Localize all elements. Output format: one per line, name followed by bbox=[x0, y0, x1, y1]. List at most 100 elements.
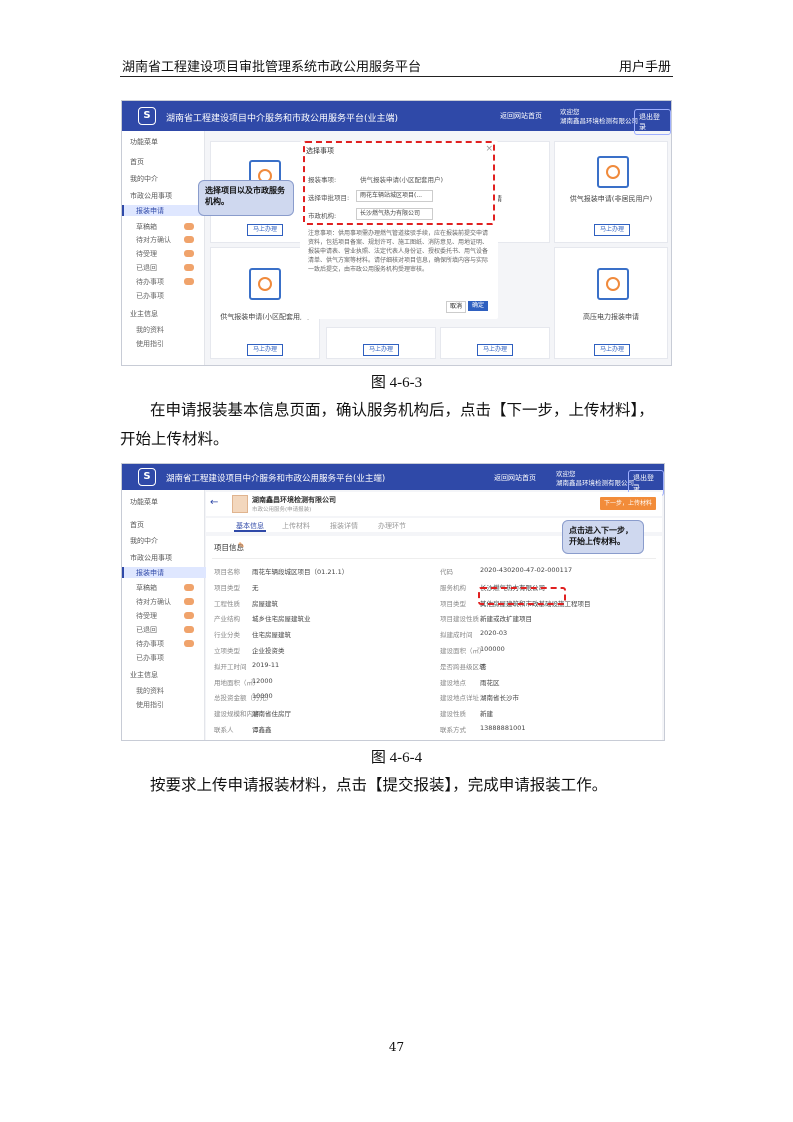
app-topbar: S 湖南省工程建设项目中介服务和市政公用服务平台(业主端) 返回网站首页 欢迎您… bbox=[122, 464, 664, 496]
menu-todo[interactable]: 待办事项 bbox=[136, 277, 164, 287]
menu-my-profile[interactable]: 我的资料 bbox=[136, 686, 164, 696]
menu-pending-accept[interactable]: 待受理 bbox=[136, 249, 157, 259]
menu-guide[interactable]: 使用指引 bbox=[136, 339, 164, 349]
handle-now-button[interactable]: 马上办理 bbox=[247, 344, 283, 356]
field-value: 湖南省住房厅 bbox=[252, 710, 291, 719]
field-value: 100000 bbox=[480, 645, 505, 653]
service-card[interactable]: 马上办理 bbox=[440, 327, 550, 359]
menu-pending-confirm[interactable]: 待对方确认 bbox=[136, 597, 171, 607]
field-label: 建设地点详址 bbox=[440, 694, 479, 703]
next-upload-button[interactable]: 下一步，上传材料 bbox=[600, 497, 656, 510]
handle-now-button[interactable]: 马上办理 bbox=[247, 224, 283, 236]
menu-intermediary[interactable]: 我的中介 bbox=[130, 536, 158, 546]
badge bbox=[184, 278, 194, 285]
welcome-company: 湖南鑫昌环境检测有限公司 bbox=[560, 117, 638, 125]
field-value: 2020-430200-47-02-000117 bbox=[480, 566, 573, 574]
field-label: 代码 bbox=[440, 568, 453, 576]
menu-intermediary[interactable]: 我的中介 bbox=[130, 174, 158, 184]
field-value: 城乡住宅房屋建筑业 bbox=[252, 615, 311, 624]
home-link[interactable]: 返回网站首页 bbox=[494, 473, 536, 483]
field-value: 无 bbox=[252, 583, 259, 592]
paragraph: 按要求上传申请报装材料，点击【提交报装】，完成申请报装工作。 bbox=[150, 771, 607, 800]
field-value: 雨花区 bbox=[480, 678, 500, 687]
field-label: 项目类型 bbox=[214, 583, 240, 592]
menu-todo[interactable]: 待办事项 bbox=[136, 639, 164, 649]
cancel-button[interactable]: 取消 bbox=[446, 301, 466, 313]
field-label: 拟建成时间 bbox=[440, 631, 473, 640]
handle-now-button[interactable]: 马上办理 bbox=[594, 344, 630, 356]
menu-municipal[interactable]: 市政公用事项 bbox=[130, 553, 172, 563]
tab-process[interactable]: 办理环节 bbox=[378, 521, 406, 531]
menu-done[interactable]: 已办事项 bbox=[136, 291, 164, 301]
menu-title: 功能菜单 bbox=[130, 138, 158, 146]
handle-now-button[interactable]: 马上办理 bbox=[594, 224, 630, 236]
paragraph-line: 按要求上传申请报装材料，点击【提交报装】，完成申请报装工作。 bbox=[150, 776, 608, 794]
header-rule bbox=[120, 76, 673, 77]
field-value: 房屋建筑 bbox=[252, 599, 278, 608]
app-logo-icon: S bbox=[138, 107, 156, 125]
modal-notice: 注意事项：供用事项需办理燃气管道接驳手续，应在报装前提交申请资料，包括项目备案、… bbox=[308, 230, 489, 273]
menu-returned[interactable]: 已退回 bbox=[136, 263, 157, 273]
service-card[interactable]: 马上办理 bbox=[326, 327, 436, 359]
menu-title: 功能菜单 bbox=[130, 498, 158, 506]
project-info-panel: 项目信息 ✎ 项目名称 雨花车辆段城区项目（01.21.1） 项目类型无工程性质 房屋… bbox=[206, 536, 662, 740]
service-card-label: 供气报装申请(非居民用户) bbox=[569, 195, 653, 203]
field-value: 住宅房屋建筑 bbox=[252, 631, 291, 640]
field-label: 建设性质 bbox=[440, 710, 466, 719]
badge bbox=[184, 612, 194, 619]
service-card[interactable]: 供气报装申请(非居民用户) 马上办理 bbox=[554, 141, 668, 243]
tab-detail[interactable]: 报装详情 bbox=[330, 521, 358, 531]
field-label: 是否跨县级区域 bbox=[440, 662, 486, 671]
logout-button[interactable]: 退出登录 bbox=[634, 109, 671, 135]
field-label: 项目名称 bbox=[214, 568, 240, 576]
badge bbox=[184, 250, 194, 257]
menu-pending-confirm[interactable]: 待对方确认 bbox=[136, 235, 171, 245]
menu-done[interactable]: 已办事项 bbox=[136, 653, 164, 663]
home-link[interactable]: 返回网站首页 bbox=[500, 111, 542, 121]
menu-owner-info[interactable]: 业主信息 bbox=[130, 309, 158, 319]
menu-drafts[interactable]: 草稿箱 bbox=[136, 222, 157, 232]
field-label: 工程性质 bbox=[214, 599, 240, 608]
edit-icon: ✎ bbox=[238, 541, 245, 550]
service-icon bbox=[597, 156, 629, 188]
badge bbox=[184, 264, 194, 271]
confirm-button[interactable]: 确定 bbox=[468, 301, 488, 311]
company-sub: 市政公用服务(申请报装) bbox=[252, 507, 312, 513]
menu-drafts[interactable]: 草稿箱 bbox=[136, 583, 157, 593]
app-title: 湖南省工程建设项目中介服务和市政公用服务平台(业主端) bbox=[166, 474, 386, 484]
highlight-box bbox=[303, 141, 495, 225]
menu-municipal[interactable]: 市政公用事项 bbox=[130, 191, 172, 201]
menu-active-bar bbox=[122, 205, 206, 216]
menu-active-bar bbox=[122, 567, 206, 578]
badge bbox=[184, 584, 194, 591]
service-card[interactable]: 高压电力报装申请 马上办理 bbox=[554, 247, 668, 359]
app-logo-icon: S bbox=[138, 468, 156, 486]
section-divider bbox=[212, 558, 656, 559]
menu-apply[interactable]: 报装申请 bbox=[136, 206, 164, 216]
menu-home[interactable]: 首页 bbox=[130, 157, 144, 167]
menu-my-profile[interactable]: 我的资料 bbox=[136, 325, 164, 335]
badge bbox=[184, 640, 194, 647]
doc-header-right: 用户手册 bbox=[618, 60, 671, 75]
screenshot-4-6-4: S 湖南省工程建设项目中介服务和市政公用服务平台(业主端) 返回网站首页 欢迎您… bbox=[121, 463, 665, 741]
menu-guide[interactable]: 使用指引 bbox=[136, 700, 164, 710]
menu-owner-info[interactable]: 业主信息 bbox=[130, 670, 158, 680]
back-arrow-icon[interactable]: ← bbox=[210, 497, 218, 508]
badge bbox=[184, 598, 194, 605]
field-value: 2019-11 bbox=[252, 660, 280, 669]
field-value: 10000 bbox=[252, 692, 273, 701]
field-label: 联系人 bbox=[214, 726, 234, 734]
handle-now-button[interactable]: 马上办理 bbox=[477, 344, 513, 356]
field-label: 拟开工时间 bbox=[214, 662, 247, 671]
menu-pending-accept[interactable]: 待受理 bbox=[136, 611, 157, 621]
menu-apply[interactable]: 报装申请 bbox=[136, 568, 164, 578]
handle-now-button[interactable]: 马上办理 bbox=[363, 344, 399, 356]
paragraph: 开始上传材料。 bbox=[120, 425, 229, 454]
tab-upload[interactable]: 上传材料 bbox=[282, 521, 310, 531]
menu-home[interactable]: 首页 bbox=[130, 520, 144, 530]
field-value: 新建 bbox=[480, 710, 493, 719]
field-value: 湖南省长沙市 bbox=[480, 694, 519, 703]
field-label: 联系方式 bbox=[440, 726, 466, 734]
field-value: 12000 bbox=[252, 676, 273, 685]
menu-returned[interactable]: 已退回 bbox=[136, 625, 157, 635]
